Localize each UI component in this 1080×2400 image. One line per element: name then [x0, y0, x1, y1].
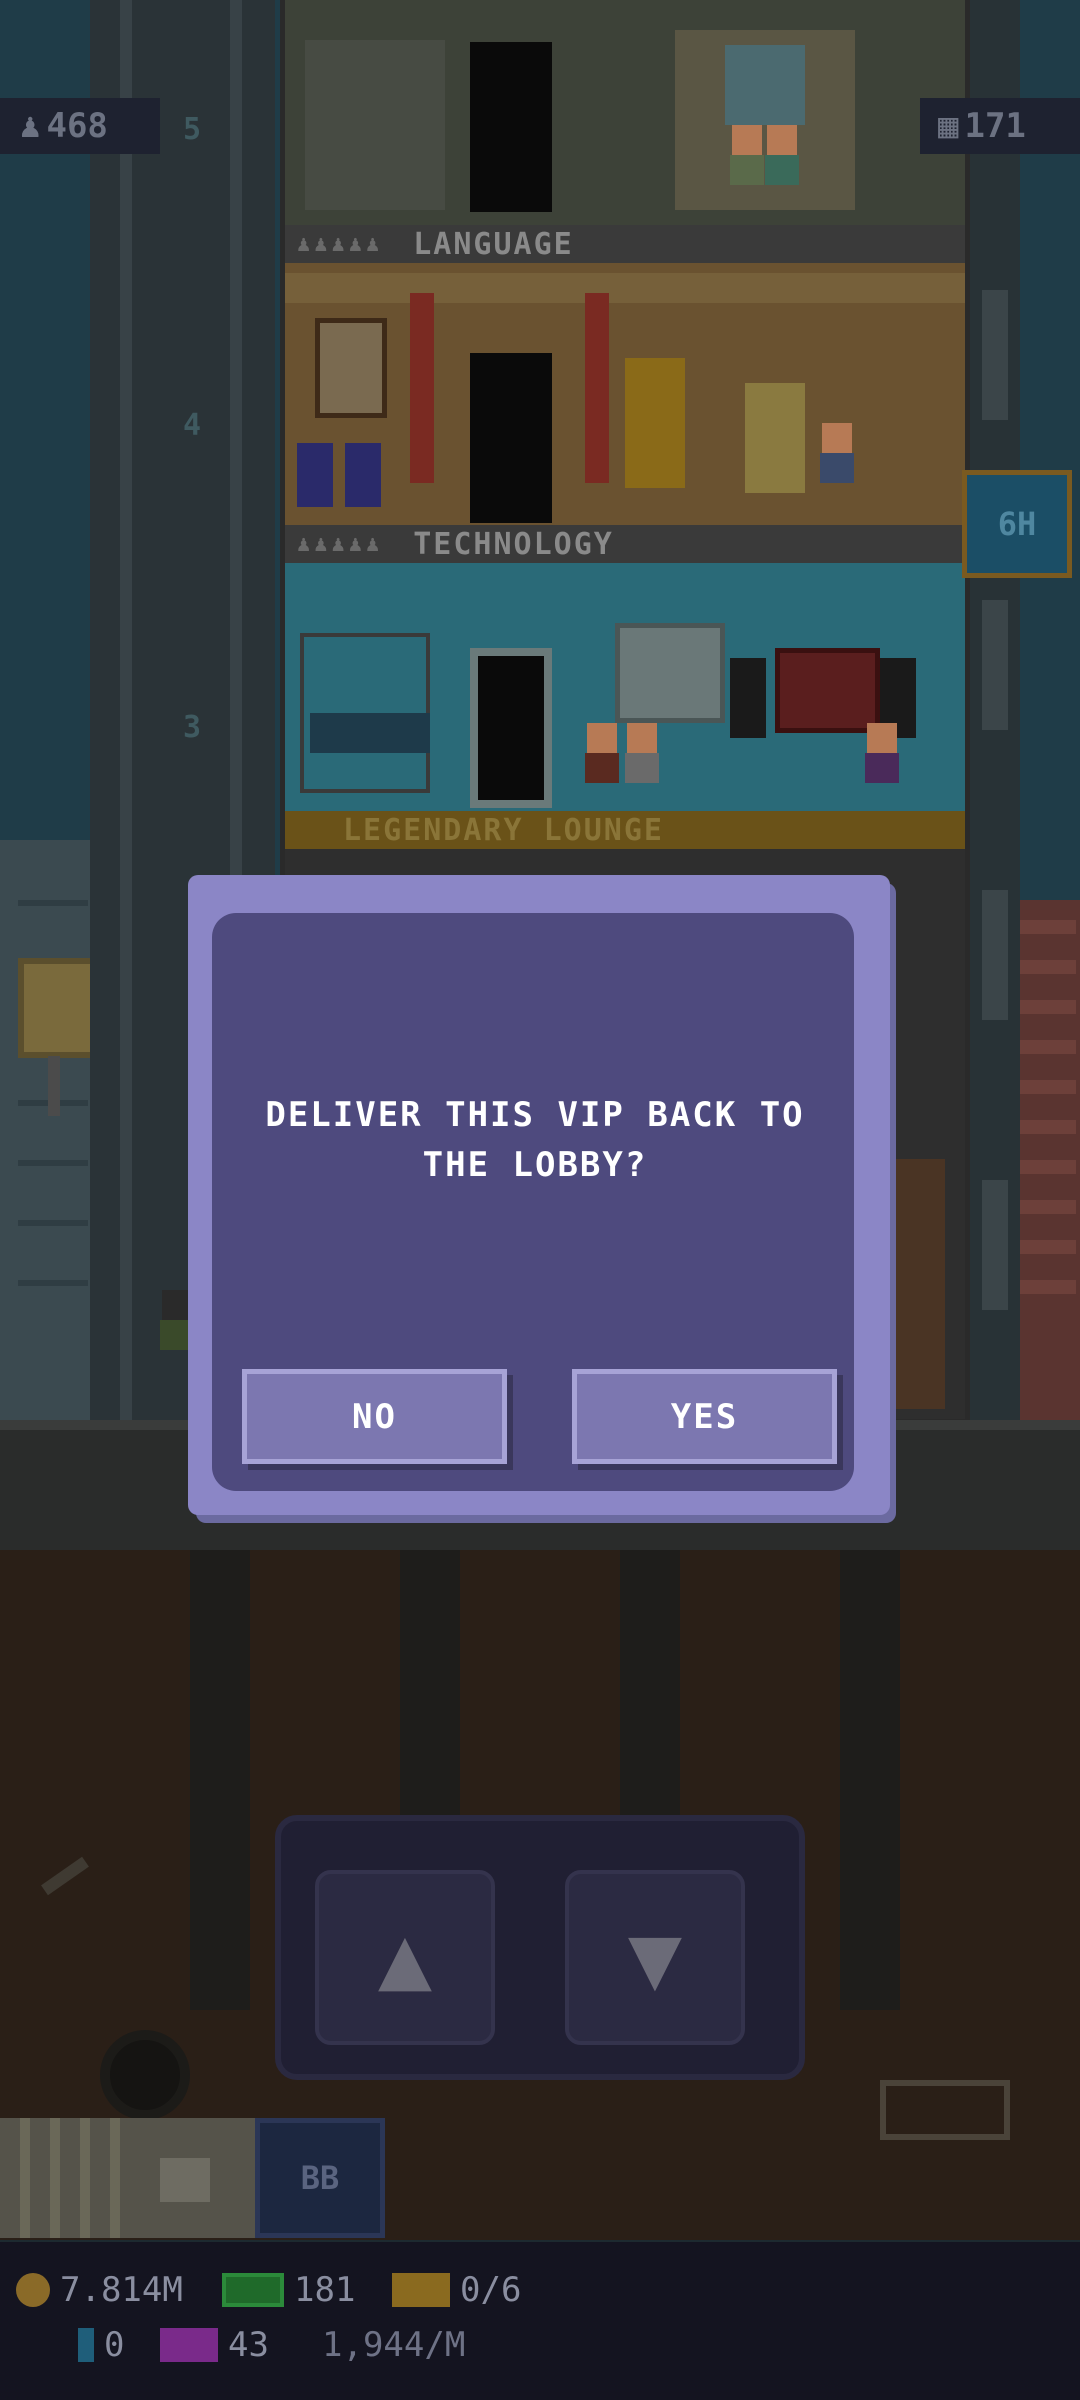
yes-button-label: YES [670, 1396, 739, 1437]
no-button-label: NO [352, 1396, 397, 1437]
dialog-message: DELIVER THIS VIP BACK TO THE LOBBY? [265, 1095, 805, 1185]
yes-button[interactable]: YES [572, 1369, 837, 1464]
no-button[interactable]: NO [242, 1369, 507, 1464]
